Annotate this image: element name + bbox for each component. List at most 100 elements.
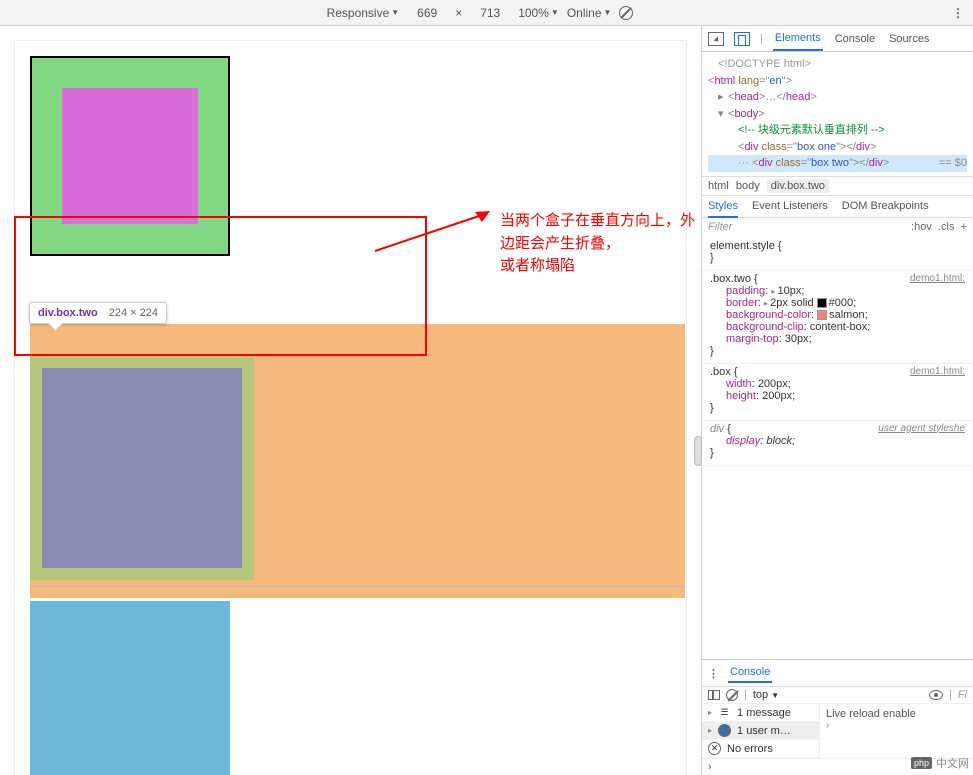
- crumb-html[interactable]: html: [708, 180, 729, 192]
- messages-icon: ☰: [718, 706, 731, 719]
- filter-actions: :hov .cls +: [911, 221, 967, 233]
- dimension-separator: ×: [455, 6, 462, 20]
- console-log-line: Live reload enable: [826, 708, 967, 720]
- console-sidebar: ▸☰1 message ▸👤1 user m… ✕No errors: [702, 704, 820, 758]
- dom-head[interactable]: ▸<head>…</head>: [708, 89, 967, 106]
- network-dropdown[interactable]: Online ▼: [567, 6, 612, 20]
- user-icon: 👤: [718, 724, 731, 737]
- style-block-ua-div[interactable]: user agent styleshe div { display: block…: [702, 421, 973, 466]
- color-swatch-black[interactable]: [817, 298, 827, 308]
- device-toggle-icon[interactable]: [734, 32, 750, 46]
- devtools-panel: | Elements Console Sources <!DOCTYPE htm…: [702, 26, 973, 775]
- devtools-tab-bar: | Elements Console Sources: [702, 26, 973, 52]
- horizontal-rule: [30, 586, 685, 587]
- tab-console[interactable]: Console: [833, 28, 877, 50]
- dom-box-two-selected[interactable]: ⋯ <div class="box two"></div> == $0: [708, 155, 967, 172]
- box-one: [30, 56, 230, 256]
- annotation-line1: 当两个盒子在垂直方向上，外边距会产生折叠，: [500, 212, 695, 252]
- clear-console-icon[interactable]: [726, 689, 738, 701]
- chevron-down-icon: ▼: [551, 8, 559, 17]
- console-drawer-tabs: ⋮ Console: [702, 660, 973, 687]
- dom-doctype[interactable]: <!DOCTYPE html>: [708, 56, 967, 73]
- console-row-errors[interactable]: ✕No errors: [702, 740, 819, 758]
- tab-sources[interactable]: Sources: [887, 28, 931, 50]
- error-icon: ✕: [708, 742, 721, 755]
- dom-body-open[interactable]: ▾<body>: [708, 106, 967, 123]
- tab-event-listeners[interactable]: Event Listeners: [752, 196, 828, 217]
- more-icon[interactable]: ⋮: [708, 667, 720, 680]
- tooltip-selector: div.box.two: [38, 307, 98, 319]
- selector-box-two: .box.two: [710, 273, 751, 285]
- box-two-content: [42, 368, 242, 568]
- viewport-width-input[interactable]: 669: [407, 6, 447, 20]
- device-toolbar: Responsive ▼ 669 × 713 100% ▼ Online ▼ ⋮: [0, 0, 973, 26]
- console-toolbar: | top ▼ | Fi: [702, 687, 973, 704]
- inspect-icon[interactable]: [708, 32, 724, 46]
- ua-stylesheet-label: user agent styleshe: [878, 423, 965, 434]
- annotation-line2: 或者称塌陷: [500, 257, 575, 274]
- device-mode-dropdown[interactable]: Responsive ▼: [327, 6, 400, 20]
- dom-box-one[interactable]: <div class="box one"></div>: [708, 139, 967, 156]
- crumb-current[interactable]: div.box.two: [767, 179, 829, 193]
- source-link[interactable]: demo1.html:: [910, 366, 965, 377]
- dom-tree[interactable]: <!DOCTYPE html> <html lang="en"> ▸<head>…: [702, 52, 973, 177]
- dollar-zero: == $0: [939, 155, 967, 172]
- tab-dom-breakpoints[interactable]: DOM Breakpoints: [842, 196, 929, 217]
- no-throttle-icon[interactable]: [619, 6, 633, 20]
- selector-box: .box: [710, 366, 731, 378]
- live-expression-icon[interactable]: [929, 690, 943, 700]
- chevron-down-icon: ▼: [604, 8, 612, 17]
- styles-tab-bar: Styles Event Listeners DOM Breakpoints: [702, 196, 973, 218]
- box-two: [30, 356, 254, 580]
- main-area: div.box.two 224 × 224 当两个盒子在垂直方向上，外边距会产生…: [0, 26, 973, 775]
- zoom-dropdown[interactable]: 100% ▼: [518, 6, 559, 20]
- dom-html-open[interactable]: <html lang="en">: [708, 73, 967, 90]
- context-selector[interactable]: top ▼: [753, 689, 923, 701]
- styles-filter-bar: Filter :hov .cls +: [702, 218, 973, 236]
- more-icon[interactable]: ⋮: [952, 6, 965, 20]
- chevron-right-icon: ›: [826, 720, 967, 731]
- rendered-page: div.box.two 224 × 224: [15, 41, 686, 775]
- dom-breadcrumb[interactable]: html body div.box.two: [702, 177, 973, 196]
- console-row-user[interactable]: ▸👤1 user m…: [702, 722, 819, 740]
- console-row-messages[interactable]: ▸☰1 message: [702, 704, 819, 722]
- php-badge: php: [911, 757, 932, 769]
- toolbar-left: Responsive ▼ 669 × 713 100% ▼ Online ▼: [8, 6, 952, 20]
- style-block-element[interactable]: element.style { }: [702, 238, 973, 271]
- prompt-chevron-icon: ›: [708, 761, 712, 773]
- cls-toggle[interactable]: .cls: [938, 221, 955, 233]
- dom-comment[interactable]: <!-- 块级元素默认垂直排列 -->: [708, 122, 967, 139]
- console-drawer-tab[interactable]: Console: [728, 663, 772, 683]
- annotation-text: 当两个盒子在垂直方向上，外边距会产生折叠， 或者称塌陷: [500, 210, 701, 278]
- tab-styles[interactable]: Styles: [708, 196, 738, 218]
- zoom-label: 100%: [518, 6, 549, 20]
- box-one-inner: [62, 88, 198, 224]
- toolbar-right: ⋮: [952, 6, 965, 20]
- styles-content[interactable]: element.style { } demo1.html: .box.two {…: [702, 236, 973, 660]
- filter-input[interactable]: Filter: [708, 221, 732, 233]
- hov-toggle[interactable]: :hov: [911, 221, 932, 233]
- box-three: [30, 601, 230, 775]
- viewport-panel: div.box.two 224 × 224 当两个盒子在垂直方向上，外边距会产生…: [0, 26, 702, 775]
- network-label: Online: [567, 6, 602, 20]
- style-block-box-two[interactable]: demo1.html: .box.two { padding: ▸ 10px; …: [702, 271, 973, 364]
- scrollbar-handle[interactable]: [694, 436, 702, 466]
- new-rule-button[interactable]: +: [961, 221, 967, 233]
- watermark: php 中文网: [911, 755, 969, 771]
- style-block-box[interactable]: demo1.html: .box { width: 200px; height:…: [702, 364, 973, 421]
- source-link[interactable]: demo1.html:: [910, 273, 965, 284]
- viewport-height-input[interactable]: 713: [470, 6, 510, 20]
- device-mode-label: Responsive: [327, 6, 390, 20]
- crumb-body[interactable]: body: [736, 180, 760, 192]
- chevron-down-icon: ▼: [391, 8, 399, 17]
- watermark-text: 中文网: [936, 755, 969, 771]
- selector-element-style: element.style: [710, 240, 775, 252]
- console-filter-input[interactable]: Fi: [958, 689, 967, 701]
- inspect-tooltip: div.box.two 224 × 224: [29, 302, 167, 324]
- tab-elements[interactable]: Elements: [773, 27, 823, 51]
- color-swatch-salmon[interactable]: [817, 310, 827, 320]
- console-messages: Live reload enable ›: [820, 704, 973, 758]
- sidebar-toggle-icon[interactable]: [708, 690, 720, 700]
- console-body: ▸☰1 message ▸👤1 user m… ✕No errors Live …: [702, 704, 973, 758]
- box-two-padding: [32, 358, 252, 578]
